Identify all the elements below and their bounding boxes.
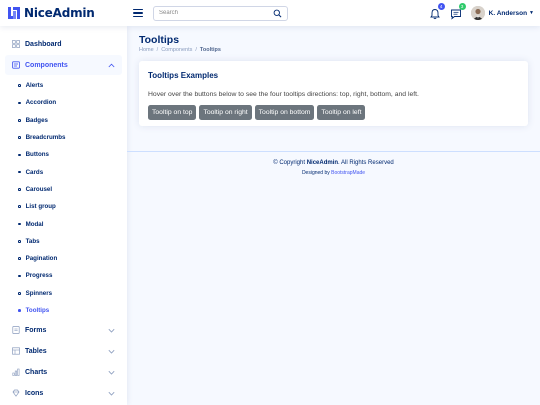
sidebar-toggle-icon[interactable] (133, 8, 143, 18)
menu-button-icon (12, 61, 20, 69)
submenu-item-badges[interactable]: Badges (5, 112, 122, 129)
breadcrumb-components[interactable]: Components (161, 47, 192, 53)
footer-brand: NiceAdmin (306, 160, 339, 166)
circle-icon (18, 101, 21, 105)
tooltip-bottom-button[interactable]: Tooltip on bottom (254, 105, 315, 120)
footer: © Copyright NiceAdmin. All Rights Reserv… (127, 151, 540, 176)
credits: Designed by BootstrapMade (301, 170, 366, 176)
search-icon[interactable] (273, 9, 282, 18)
breadcrumb-home[interactable]: Home (139, 47, 154, 53)
chevron-down-icon (108, 349, 115, 354)
bell-icon (429, 9, 440, 20)
sidebar-item-label: Icons (25, 389, 44, 397)
submenu-item-list-group[interactable]: List group (5, 198, 122, 215)
messages-button[interactable]: 3 (450, 3, 466, 20)
page-title: Tooltips (139, 34, 180, 46)
submenu-item-pagination[interactable]: Pagination (5, 250, 122, 267)
sidebar-item-icons[interactable]: Icons (5, 383, 122, 403)
circle-icon (18, 84, 21, 87)
circle-icon (18, 257, 21, 260)
submenu-item-alerts[interactable]: Alerts (5, 77, 122, 94)
profile-menu[interactable]: K. Anderson ▼ (470, 6, 534, 20)
tooltips-card: Tooltips Examples Hover over the buttons… (139, 61, 528, 126)
chevron-down-icon (108, 370, 115, 375)
tooltip-top-button[interactable]: Tooltip on top (148, 105, 197, 120)
circle-icon (18, 309, 21, 312)
sidebar-item-label: Dashboard (25, 40, 62, 48)
sidebar-item-dashboard[interactable]: Dashboard (5, 34, 122, 54)
circle-icon (18, 136, 21, 139)
circle-icon (18, 188, 21, 191)
submenu-item-cards[interactable]: Cards (5, 163, 122, 180)
copyright: © Copyright NiceAdmin. All Rights Reserv… (273, 160, 394, 166)
submenu-item-tabs[interactable]: Tabs (5, 233, 122, 250)
submenu-item-carousel[interactable]: Carousel (5, 181, 122, 198)
submenu-item-accordion[interactable]: Accordion (5, 94, 122, 111)
breadcrumb-current: Tooltips (199, 47, 221, 53)
sidebar-item-forms[interactable]: Forms (5, 320, 122, 340)
tooltip-buttons: Tooltip on top Tooltip on right Tooltip … (148, 105, 368, 120)
header: NiceAdmin 4 3 (0, 0, 540, 26)
chevron-down-icon (108, 391, 115, 396)
sidebar-item-label: Components (25, 61, 68, 69)
avatar (470, 6, 485, 20)
submenu-item-progress[interactable]: Progress (5, 267, 122, 284)
components-submenu: Alerts Accordion Badges Breadcrumbs Butt… (5, 75, 122, 319)
logo[interactable]: NiceAdmin (8, 6, 126, 20)
circle-icon (18, 222, 21, 226)
designer-link[interactable]: BootstrapMade (331, 170, 365, 176)
submenu-item-buttons[interactable]: Buttons (5, 146, 122, 163)
submenu-item-tooltips[interactable]: Tooltips (5, 302, 122, 319)
circle-icon (18, 170, 21, 174)
search-bar (153, 5, 288, 21)
submenu-item-breadcrumbs[interactable]: Breadcrumbs (5, 129, 122, 146)
sidebar-item-components[interactable]: Components (5, 55, 122, 75)
messages-badge: 3 (458, 3, 466, 10)
caret-down-icon: ▼ (529, 10, 534, 16)
gem-icon (12, 389, 20, 397)
chevron-down-icon (108, 328, 115, 333)
sidebar-item-label: Tables (25, 347, 47, 355)
chevron-up-icon (108, 63, 115, 67)
sidebar-item-label: Forms (25, 326, 47, 334)
sidebar-item-tables[interactable]: Tables (5, 341, 122, 361)
sidebar: Dashboard Components Alerts Accordion Ba… (0, 26, 127, 405)
tooltip-left-button[interactable]: Tooltip on left (317, 105, 366, 120)
circle-icon (18, 240, 21, 243)
profile-name: K. Anderson (488, 9, 528, 17)
circle-icon (18, 205, 21, 209)
notifications-button[interactable]: 4 (429, 3, 445, 20)
grid-icon (12, 40, 20, 48)
card-text: Hover over the buttons below to see the … (148, 91, 419, 98)
logo-icon (8, 7, 20, 19)
card-title: Tooltips Examples (148, 71, 219, 80)
submenu-item-modal[interactable]: Modal (5, 215, 122, 232)
breadcrumb: Home / Components / Tooltips (139, 47, 221, 53)
chat-icon (450, 9, 461, 20)
sidebar-item-charts[interactable]: Charts (5, 362, 122, 382)
circle-icon (18, 291, 21, 295)
notifications-badge: 4 (437, 3, 445, 10)
search-input[interactable] (159, 10, 273, 16)
journal-text-icon (12, 326, 20, 335)
tooltip-right-button[interactable]: Tooltip on right (199, 105, 252, 120)
logo-text: NiceAdmin (24, 6, 95, 20)
circle-icon (18, 274, 21, 278)
circle-icon (18, 118, 21, 122)
sidebar-item-label: Charts (25, 368, 48, 376)
bar-chart-icon (12, 368, 20, 376)
submenu-item-spinners[interactable]: Spinners (5, 285, 122, 302)
circle-icon (18, 153, 21, 157)
layout-text-icon (12, 347, 20, 355)
